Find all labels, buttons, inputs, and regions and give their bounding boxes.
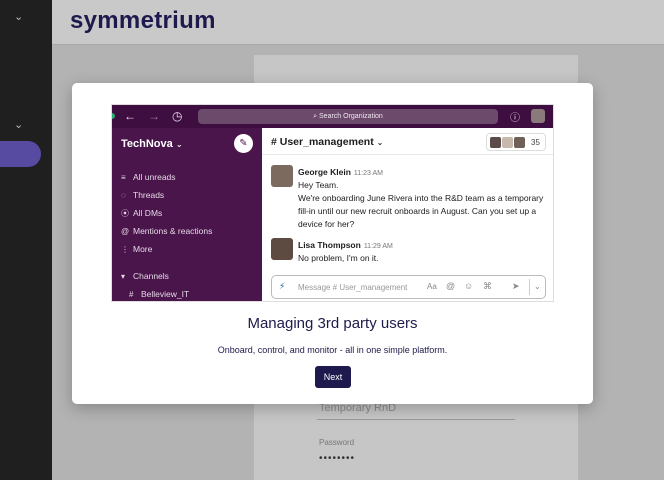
message-composer: ⚡ Message # User_management Aa @ ☺ ⌘ ➤ ⌄ xyxy=(271,275,546,299)
status-dot xyxy=(112,113,115,119)
emoji-icon: ☺ xyxy=(464,281,474,291)
slack-preview-image: ← → ◷ ⌕ Search Organization ⓘ TechNova ⌄… xyxy=(111,104,554,302)
onboarding-modal: ← → ◷ ⌕ Search Organization ⓘ TechNova ⌄… xyxy=(72,83,593,404)
app-header: symmetrium xyxy=(52,0,664,45)
channel-header: # User_management ⌄ 35 xyxy=(262,128,553,155)
brand-logo: symmetrium xyxy=(70,7,216,34)
member-avatar xyxy=(502,137,513,148)
member-avatar xyxy=(514,137,525,148)
workspace-name: TechNova ⌄ xyxy=(121,138,183,150)
member-list: 35 xyxy=(486,133,546,151)
channel-belleview-it: # Belleview_IT xyxy=(129,289,190,299)
modal-title: Managing 3rd party users xyxy=(247,315,418,332)
slack-sidebar: TechNova ⌄ ✎ ≡ All unreads ◌ Threads ⦿ All … xyxy=(112,128,262,301)
search-placeholder: Search Organization xyxy=(319,113,383,120)
history-icon: ◷ xyxy=(172,109,183,123)
chevron-down-icon: ⌄ xyxy=(534,282,541,291)
message-author: Lisa Thompson 11:29 AM xyxy=(298,240,393,250)
password-field[interactable]: •••••••• xyxy=(319,453,355,464)
password-label: Password xyxy=(319,438,355,447)
field-underline xyxy=(317,419,515,420)
compose-icon: ✎ xyxy=(234,134,253,153)
nav-mentions: @ Mentions & reactions xyxy=(121,226,213,236)
channel-name: # User_management ⌄ xyxy=(271,136,384,148)
slack-topbar: ← → ◷ ⌕ Search Organization ⓘ xyxy=(112,105,553,128)
message-body: Hey Team. We're onboarding June Rivera i… xyxy=(298,180,544,229)
nav-channels-header: ▾ Channels xyxy=(121,271,169,281)
nav-threads: ◌ Threads xyxy=(121,190,165,200)
avatar xyxy=(271,238,293,260)
back-arrow-icon: ← xyxy=(124,109,136,123)
sidebar-active-item[interactable] xyxy=(0,141,41,167)
app-sidebar: ⌄ ⌄ xyxy=(0,0,52,480)
next-button[interactable]: Next xyxy=(315,366,351,388)
composer-placeholder: Message # User_management xyxy=(298,283,408,292)
member-count: 35 xyxy=(531,138,540,147)
avatar xyxy=(271,165,293,187)
modal-subtitle: Onboard, control, and monitor - all in o… xyxy=(217,345,448,355)
chevron-down-icon[interactable]: ⌄ xyxy=(14,10,23,23)
divider xyxy=(529,279,530,295)
nav-all-unreads: ≡ All unreads xyxy=(121,172,176,182)
mention-icon: @ xyxy=(446,281,456,291)
shortcuts-icon: ⚡ xyxy=(279,281,286,291)
chevron-down-icon[interactable]: ⌄ xyxy=(14,118,23,131)
help-icon: ⓘ xyxy=(510,113,520,124)
message-author: George Klein 11:23 AM xyxy=(298,167,383,177)
slack-channel-pane: # User_management ⌄ 35 George Klein 11:23… xyxy=(262,128,553,301)
nav-more: ⋮ More xyxy=(121,244,153,254)
user-avatar xyxy=(531,109,545,123)
formatting-icon: Aa xyxy=(427,282,437,291)
attachment-icon: ⌘ xyxy=(483,281,492,291)
forward-arrow-icon: → xyxy=(148,109,160,123)
member-avatar xyxy=(490,137,501,148)
nav-all-dms: ⦿ All DMs xyxy=(121,208,163,218)
message-body: No problem, I'm on it. xyxy=(298,253,379,263)
search-bar: ⌕ Search Organization xyxy=(198,109,498,124)
send-icon: ➤ xyxy=(512,281,520,291)
